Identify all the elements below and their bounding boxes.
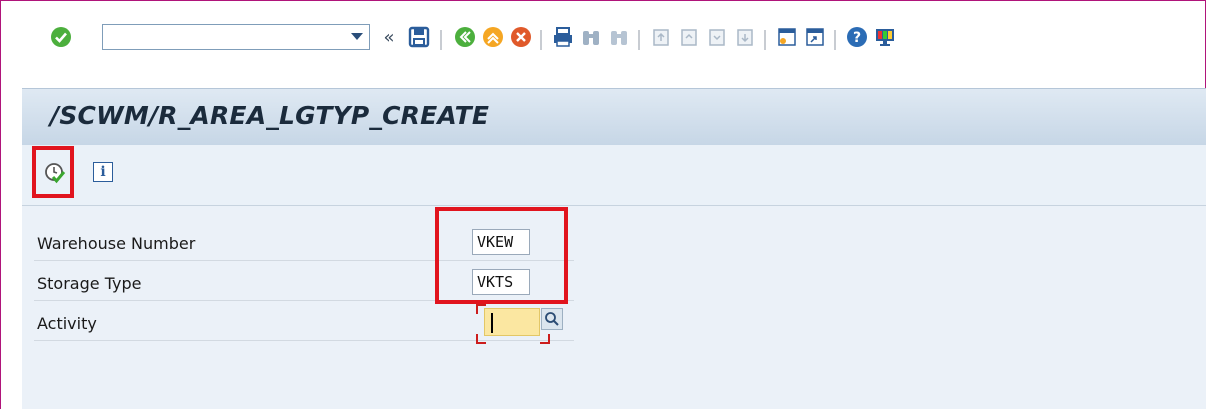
required-marker xyxy=(476,304,486,314)
back-icon[interactable] xyxy=(454,26,476,48)
save-icon[interactable] xyxy=(408,26,430,48)
exit-icon[interactable] xyxy=(482,26,504,48)
command-dropdown-icon[interactable] xyxy=(351,33,363,40)
required-marker xyxy=(476,334,486,344)
title-bar: /SCWM/R_AREA_LGTYP_CREATE xyxy=(22,88,1206,146)
cancel-icon[interactable] xyxy=(510,26,532,48)
form-row-activity: Activity xyxy=(34,304,574,344)
toolbar-separator xyxy=(440,30,442,50)
application-toolbar: i xyxy=(22,145,1206,206)
next-page-icon[interactable] xyxy=(706,26,728,48)
collapse-icon[interactable]: « xyxy=(378,26,400,48)
activity-label: Activity xyxy=(37,314,97,333)
search-help-icon[interactable] xyxy=(541,308,563,330)
highlight-box-execute xyxy=(32,146,74,198)
first-page-icon[interactable] xyxy=(650,26,672,48)
create-session-icon[interactable] xyxy=(776,26,798,48)
system-toolbar: « ? xyxy=(12,18,1192,62)
selection-screen: Warehouse Number VKEW Storage Type VKTS … xyxy=(22,206,1206,409)
toolbar-separator xyxy=(764,30,766,50)
required-marker xyxy=(540,334,550,344)
info-icon[interactable]: i xyxy=(93,162,113,182)
text-cursor xyxy=(491,313,493,333)
svg-text:?: ? xyxy=(853,30,861,46)
previous-page-icon[interactable] xyxy=(678,26,700,48)
shortcut-icon[interactable] xyxy=(804,26,826,48)
toolbar-separator xyxy=(834,30,836,50)
customize-layout-icon[interactable] xyxy=(874,26,896,48)
enter-icon[interactable] xyxy=(50,26,72,48)
warehouse-number-label: Warehouse Number xyxy=(37,234,196,253)
print-icon[interactable] xyxy=(552,26,574,48)
toolbar-separator xyxy=(540,30,542,50)
find-next-icon[interactable] xyxy=(608,26,630,48)
find-icon[interactable] xyxy=(580,26,602,48)
last-page-icon[interactable] xyxy=(734,26,756,48)
toolbar-separator xyxy=(638,30,640,50)
command-field[interactable] xyxy=(102,24,370,50)
help-icon[interactable]: ? xyxy=(846,26,868,48)
storage-type-label: Storage Type xyxy=(37,274,142,293)
highlight-box-fields xyxy=(435,207,568,304)
page-title: /SCWM/R_AREA_LGTYP_CREATE xyxy=(50,101,490,130)
activity-field[interactable] xyxy=(484,308,540,336)
